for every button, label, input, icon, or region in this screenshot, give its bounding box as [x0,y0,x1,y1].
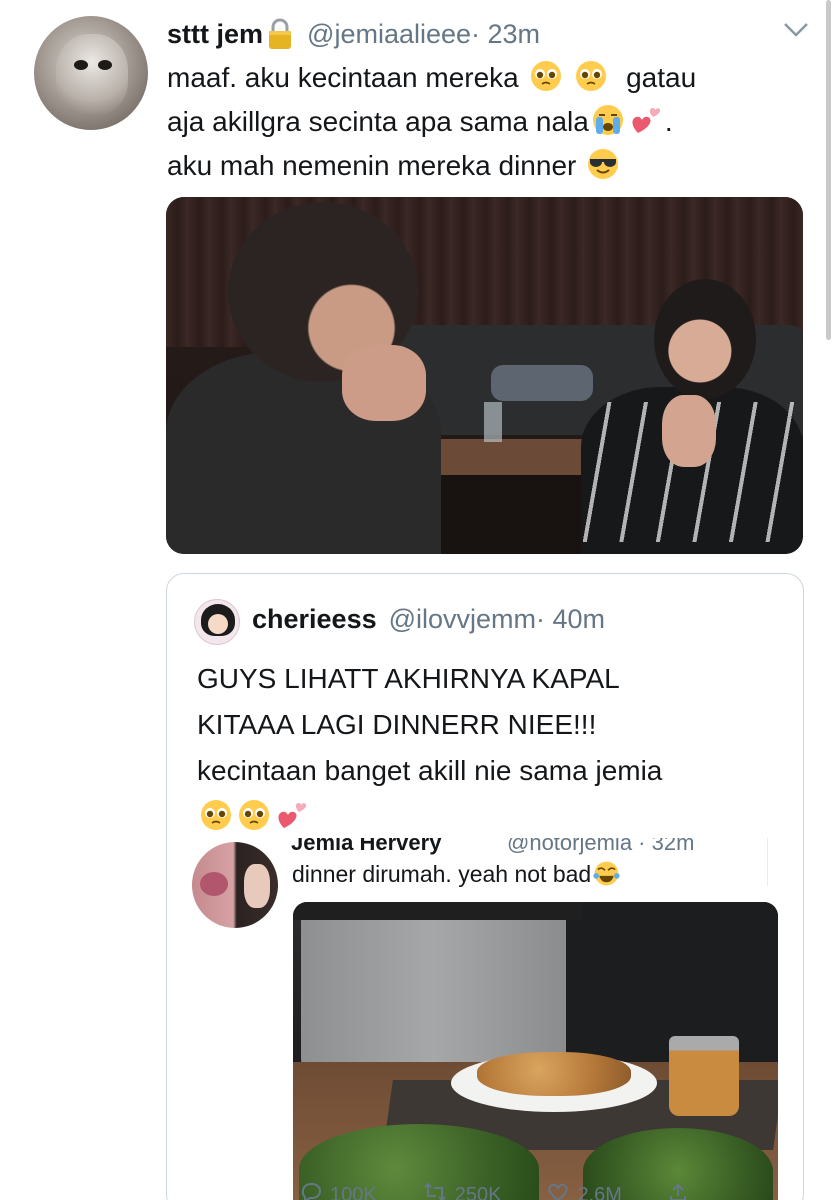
pleading-face-icon [199,798,233,832]
chevron-down-icon[interactable] [783,20,809,40]
tweet-header: sttt jem @jemiaalieee · 23m [167,14,540,54]
tweet-text-line: aku mah nemenin mereka dinner [167,150,577,181]
pleading-face-icon [237,798,271,832]
tweet-text-line: maaf. aku kecintaan mereka [167,62,519,93]
like-count: 2.6M [577,1183,622,1200]
timestamp[interactable]: · 23m [471,19,540,50]
retweet-count: 250K [454,1183,502,1200]
tweet-actions: 100K 250K 2.6M [300,1182,688,1200]
quoted-timestamp[interactable]: · 40m [536,604,605,635]
quoted-user-avatar[interactable] [194,599,240,645]
share-icon [668,1182,688,1200]
quoted-text-line: kecintaan banget akill nie sama jemia [197,755,663,786]
share-button[interactable] [668,1182,688,1200]
nested-tweet-text: dinner dirumah. yeah not bad [292,860,620,888]
tweet-text-line: gatau [626,62,697,93]
quoted-text-line: GUYS LIHATT AKHIRNYA KAPAL [197,663,620,694]
lock-icon [265,17,295,51]
nested-screenshot-tweet: Jemia Hervery @notorjemia · 32m dinner d… [167,838,803,1200]
retweet-button[interactable]: 250K [423,1182,502,1200]
like-icon [547,1182,569,1200]
tweet-text-line: . [664,106,673,137]
retweet-icon [423,1182,447,1200]
reply-icon [300,1182,322,1200]
two-hearts-icon [275,798,309,832]
crying-face-icon [591,103,625,137]
nested-tweet-photo [293,902,778,1200]
like-button[interactable]: 2.6M [547,1182,622,1200]
tweet-photo[interactable] [166,197,803,554]
quoted-tweet-header: cherieess @ilovvjemm · 40m [252,604,605,635]
tweet: sttt jem @jemiaalieee · 23m maaf. aku ke… [0,0,837,1200]
quoted-user-name[interactable]: cherieess [252,604,377,635]
user-name[interactable]: sttt jem [167,19,263,50]
quoted-user-handle[interactable]: @ilovvjemm [389,604,536,635]
user-handle[interactable]: @jemiaalieee [307,19,471,50]
tweet-text-line: aja akillgra secinta apa sama nala [167,106,589,137]
reply-button[interactable]: 100K [300,1182,377,1200]
quoted-tweet[interactable]: cherieess @ilovvjemm · 40m GUYS LIHATT A… [166,573,804,1200]
tweet-text: maaf. aku kecintaan mereka gatau aja aki… [167,56,807,188]
quoted-tweet-text: GUYS LIHATT AKHIRNYA KAPAL KITAAA LAGI D… [197,656,777,840]
pleading-face-icon [529,59,563,93]
nested-user-avatar [192,842,278,928]
sunglasses-face-icon [586,147,620,181]
two-hearts-icon [629,103,663,137]
reply-count: 100K [330,1183,377,1200]
tears-of-joy-icon [593,860,620,887]
user-avatar[interactable] [34,16,148,130]
scrollbar[interactable] [826,0,831,340]
pleading-face-icon [574,59,608,93]
quoted-text-line: KITAAA LAGI DINNERR NIEE!!! [197,709,597,740]
